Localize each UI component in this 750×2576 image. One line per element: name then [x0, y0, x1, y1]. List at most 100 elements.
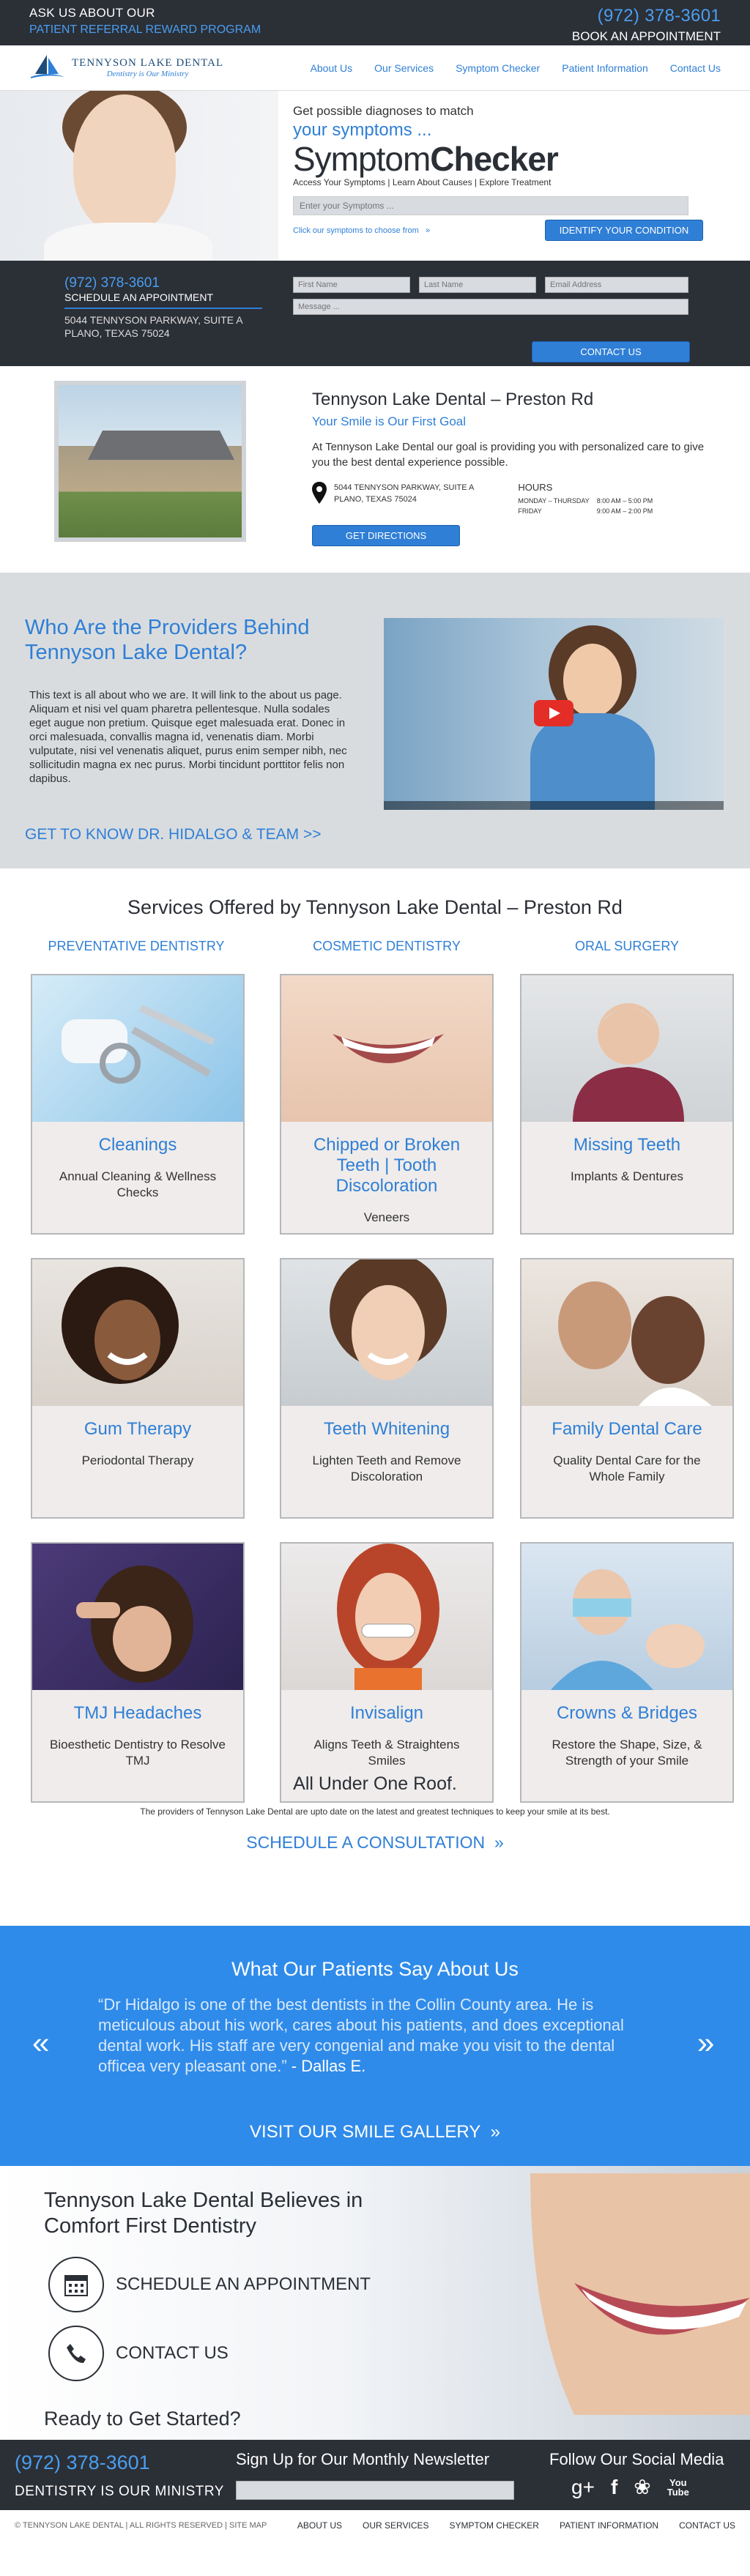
contact-phone[interactable]: (972) 378-3601 — [64, 275, 262, 291]
newsletter-email-input[interactable] — [236, 2481, 514, 2500]
get-directions-button[interactable]: GET DIRECTIONS — [312, 525, 460, 546]
symptom-hint-link[interactable]: Click our symptoms to choose from » — [293, 226, 430, 235]
video-controls[interactable] — [384, 801, 724, 810]
main-nav: TENNYSON LAKE DENTAL Dentistry is Our Mi… — [0, 45, 750, 91]
nav-menu: About Us Our Services Symptom Checker Pa… — [311, 62, 721, 74]
contact-address2: PLANO, TEXAS 75024 — [64, 327, 170, 339]
category-cosmetic[interactable]: COSMETIC DENTISTRY — [277, 939, 497, 954]
nav-our-services[interactable]: Our Services — [374, 62, 434, 74]
referral-program[interactable]: ASK US ABOUT OUR PATIENT REFERRAL REWARD… — [29, 6, 261, 45]
location-address: 5044 TENNYSON PARKWAY, SUITE A PLANO, TE… — [312, 482, 474, 516]
footer-link-services[interactable]: OUR SERVICES — [363, 2520, 428, 2531]
service-card-cleanings[interactable]: Cleanings Annual Cleaning & Wellness Che… — [31, 974, 245, 1235]
email-field[interactable] — [545, 277, 688, 293]
dentist-at-work-image — [521, 1544, 732, 1690]
message-field[interactable] — [293, 299, 688, 315]
identify-condition-button[interactable]: IDENTIFY YOUR CONDITION — [545, 220, 703, 241]
location-section: Tennyson Lake Dental – Preston Rd Your S… — [0, 366, 750, 573]
card-desc: Quality Dental Care for the Whole Family — [553, 1453, 701, 1484]
last-name-field[interactable] — [419, 277, 536, 293]
smiling-woman-image — [0, 91, 278, 261]
card-title: Chipped or Broken Teeth | Tooth Discolor… — [313, 1135, 461, 1196]
symptom-checker-title: SymptomChecker — [293, 140, 559, 178]
symptom-sub1: Get possible diagnoses to match — [293, 104, 474, 118]
card-title: Cleanings — [98, 1135, 177, 1155]
card-desc: Restore the Shape, Size, & Strength of y… — [552, 1738, 702, 1768]
footer-link-about[interactable]: ABOUT US — [297, 2520, 342, 2531]
smile-gallery-link[interactable]: VISIT OUR SMILE GALLERY » — [0, 2122, 750, 2143]
comfort-section: Tennyson Lake Dental Believes in Comfort… — [0, 2166, 750, 2440]
referral-line2[interactable]: PATIENT REFERRAL REWARD PROGRAM — [29, 23, 261, 37]
card-desc: Lighten Teeth and Remove Discoloration — [312, 1453, 461, 1484]
happy-couple-image — [521, 1259, 732, 1406]
one-roof-text: The providers of Tennyson Lake Dental ar… — [140, 1806, 610, 1817]
services-section: Services Offered by Tennyson Lake Dental… — [0, 868, 750, 1803]
symptom-input[interactable] — [293, 196, 688, 215]
top-phone[interactable]: (972) 378-3601 — [572, 6, 721, 26]
top-bar: ASK US ABOUT OUR PATIENT REFERRAL REWARD… — [0, 0, 750, 45]
social-icons: g+ f ❀ You Tube — [571, 2475, 689, 2499]
smile-closeup-image — [281, 975, 492, 1122]
ready-to-start: Ready to Get Started? — [44, 2408, 241, 2430]
smiling-woman-curly-hair-image — [32, 1259, 243, 1406]
hours-row: FRIDAY 9:00 AM – 2:00 PM — [518, 507, 653, 515]
providers-section: Who Are the Providers Behind Tennyson La… — [0, 573, 750, 868]
contact-address1: 5044 TENNYSON PARKWAY, SUITE A — [64, 314, 243, 326]
logo[interactable]: TENNYSON LAKE DENTAL Dentistry is Our Mi… — [29, 53, 223, 83]
social-title: Follow Our Social Media — [549, 2450, 724, 2468]
google-plus-icon[interactable]: g+ — [571, 2476, 595, 2499]
logo-name: TENNYSON LAKE DENTAL — [72, 57, 224, 69]
card-desc: Veneers — [363, 1210, 410, 1224]
play-icon[interactable] — [534, 700, 573, 726]
service-card-crowns[interactable]: Crowns & Bridges Restore the Shape, Size… — [520, 1542, 734, 1803]
hours-title: HOURS — [518, 482, 553, 493]
schedule-appointment-cta[interactable]: SCHEDULE AN APPOINTMENT — [48, 2257, 371, 2312]
nav-symptom-checker[interactable]: Symptom Checker — [456, 62, 540, 74]
facebook-icon[interactable]: f — [611, 2476, 617, 2499]
schedule-appointment-label: SCHEDULE AN APPOINTMENT — [116, 2274, 371, 2294]
map-pin-icon — [312, 482, 327, 504]
service-card-tmj[interactable]: TMJ Headaches Bioesthetic Dentistry to R… — [31, 1542, 245, 1803]
youtube-icon[interactable]: You Tube — [667, 2478, 689, 2497]
next-arrow-icon[interactable]: » — [697, 2025, 714, 2061]
service-card-invisalign[interactable]: Invisalign Aligns Teeth & Straightens Sm… — [280, 1542, 494, 1803]
book-appointment-link[interactable]: BOOK AN APPOINTMENT — [572, 29, 721, 44]
service-card-family[interactable]: Family Dental Care Quality Dental Care f… — [520, 1258, 734, 1519]
card-desc: Annual Cleaning & Wellness Checks — [59, 1169, 217, 1199]
first-name-field[interactable] — [293, 277, 410, 293]
schedule-consultation-link[interactable]: SCHEDULE A CONSULTATION » — [246, 1833, 503, 1853]
service-card-implants[interactable]: Missing Teeth Implants & Dentures — [520, 974, 734, 1235]
contact-schedule-link[interactable]: SCHEDULE AN APPOINTMENT — [64, 291, 262, 309]
location-slogan: Your Smile is Our First Goal — [312, 414, 467, 428]
prev-arrow-icon[interactable]: « — [32, 2025, 49, 2061]
category-preventative[interactable]: PREVENTATIVE DENTISTRY — [26, 939, 246, 954]
smiling-woman-image — [281, 1259, 492, 1406]
testimonials-title: What Our Patients Say About Us — [231, 1958, 519, 1980]
service-card-veneers[interactable]: Chipped or Broken Teeth | Tooth Discolor… — [280, 974, 494, 1235]
double-chevron-right-icon: » — [425, 226, 431, 235]
footer-phone[interactable]: (972) 378-3601 — [15, 2452, 150, 2474]
one-roof-section: All Under One Roof. The providers of Ten… — [0, 1773, 750, 1926]
nav-patient-information[interactable]: Patient Information — [562, 62, 648, 74]
nav-about-us[interactable]: About Us — [311, 62, 353, 74]
newsletter-title: Sign Up for Our Monthly Newsletter — [236, 2450, 490, 2468]
meet-team-link[interactable]: GET TO KNOW DR. HIDALGO & TEAM >> — [25, 826, 322, 844]
card-title: Crowns & Bridges — [556, 1703, 698, 1723]
footer-link-symptom[interactable]: SYMPTOM CHECKER — [450, 2520, 539, 2531]
footer-ministry: DENTISTRY IS OUR MINISTRY — [15, 2484, 224, 2499]
footer-link-contact[interactable]: CONTACT US — [679, 2520, 735, 2531]
symptom-sub2: your symptoms ... — [293, 120, 432, 140]
testimonials-section: What Our Patients Say About Us « “Dr Hid… — [0, 1926, 750, 2166]
provider-video[interactable] — [384, 618, 724, 810]
service-card-whitening[interactable]: Teeth Whitening Lighten Teeth and Remove… — [280, 1258, 494, 1519]
card-title: Family Dental Care — [552, 1419, 702, 1439]
service-card-gum-therapy[interactable]: Gum Therapy Periodontal Therapy — [31, 1258, 245, 1519]
footer-link-patient[interactable]: PATIENT INFORMATION — [560, 2520, 658, 2531]
yelp-icon[interactable]: ❀ — [634, 2475, 650, 2499]
nav-contact-us[interactable]: Contact Us — [670, 62, 721, 74]
hours: HOURS MONDAY – THURSDAY 8:00 AM – 5:00 PM… — [518, 482, 660, 516]
category-oral-surgery[interactable]: ORAL SURGERY — [517, 939, 737, 954]
testimonial-author: - Dallas E. — [291, 2057, 366, 2075]
contact-us-cta[interactable]: CONTACT US — [48, 2326, 229, 2381]
contact-us-button[interactable]: CONTACT US — [532, 341, 690, 362]
